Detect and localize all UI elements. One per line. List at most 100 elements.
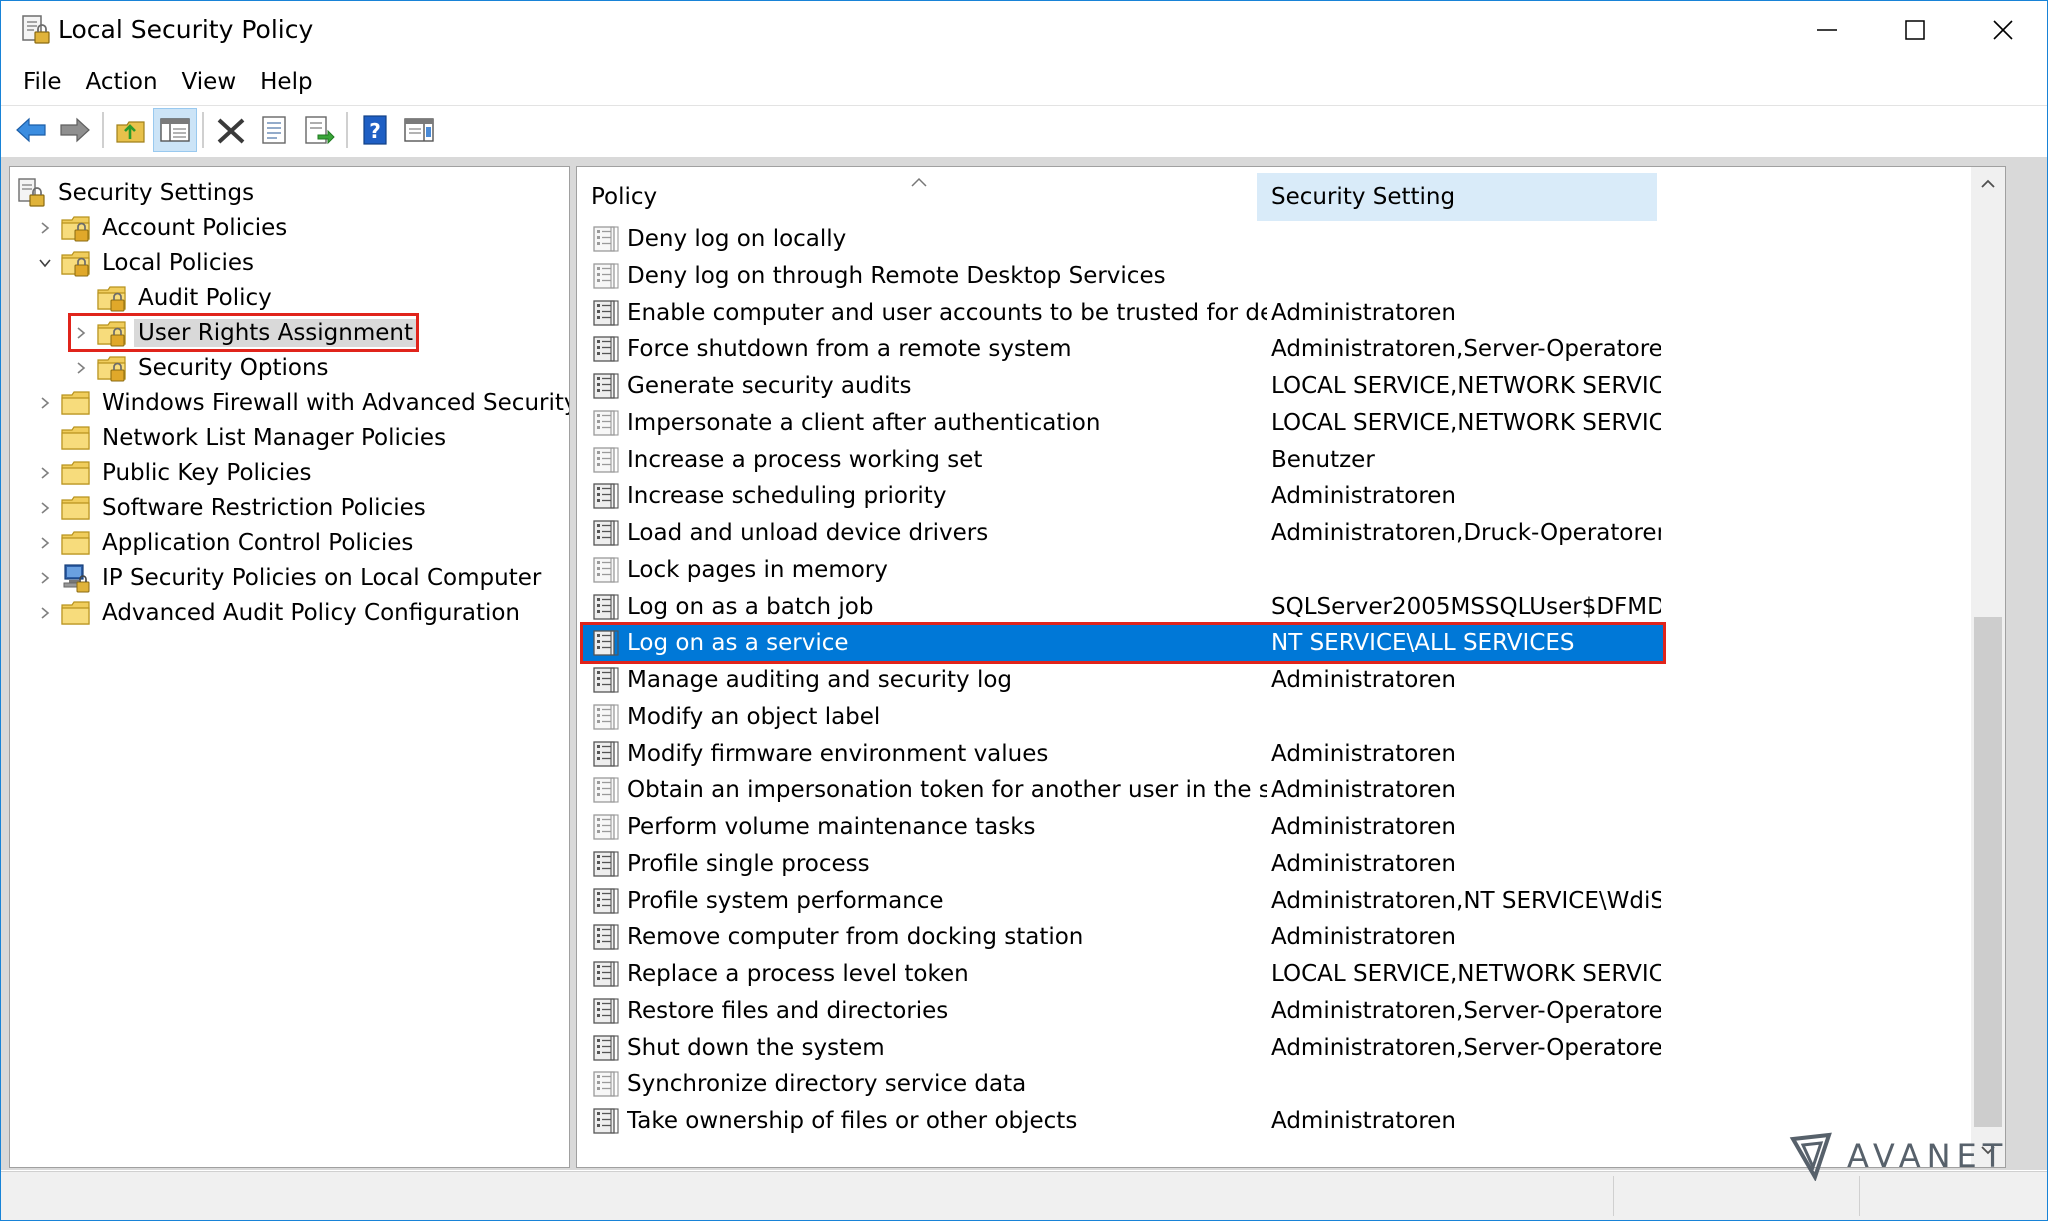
vertical-scrollbar[interactable] [1971,167,2005,1167]
tree-item-label: User Rights Assignment [134,318,418,347]
expand-toggle[interactable] [34,567,56,589]
menu-view[interactable]: View [170,67,249,97]
tree-item-label: Application Control Policies [102,529,414,556]
expand-toggle[interactable] [34,602,56,624]
policy-row[interactable]: Generate security audits LOCAL SERVICE,NE… [583,368,1663,404]
scroll-up-button[interactable] [1971,167,2005,201]
show-hide-action-pane-button[interactable] [397,108,441,152]
policy-row[interactable]: Force shutdown from a remote system Admin… [583,331,1663,367]
delete-button[interactable] [209,108,253,152]
policy-row[interactable]: Perform volume maintenance tasks Administ… [583,809,1663,845]
show-hide-console-tree-button[interactable] [153,107,197,152]
expand-toggle[interactable] [70,322,92,344]
policy-icon [593,520,619,546]
sort-ascending-icon [911,177,927,187]
maximize-button[interactable] [1871,1,1959,59]
menu-action[interactable]: Action [74,67,170,97]
expand-toggle[interactable] [34,392,56,414]
tree-item-label: Security Settings [58,179,255,206]
policy-name: Profile single process [627,850,870,877]
tree-item-audit-policy[interactable]: Audit Policy [70,280,276,315]
folder-icon [61,425,90,450]
tree-item-advanced-audit-policy-configuration[interactable]: Advanced Audit Policy Configuration [34,595,524,630]
policy-name: Modify firmware environment values [627,740,1049,767]
column-header-setting-label: Security Setting [1271,184,1456,210]
back-button[interactable] [9,108,53,152]
security-setting-value: Administratoren [1271,483,1457,510]
console-tree-pane[interactable]: Security Settings Account Policies Local… [9,166,570,1168]
policy-row[interactable]: Load and unload device drivers Administra… [583,515,1663,551]
policy-row[interactable]: Enable computer and user accounts to be … [583,295,1663,331]
policy-row[interactable]: Log on as a batch job SQLServer2005MSSQLU… [583,589,1663,625]
column-header-security-setting[interactable]: Security Setting [1257,173,1657,221]
tree-item-account-policies[interactable]: Account Policies [34,210,291,245]
policy-row[interactable]: Impersonate a client after authenticatio… [583,405,1663,441]
tree-item-software-restriction-policies[interactable]: Software Restriction Policies [34,490,430,525]
tree-item-public-key-policies[interactable]: Public Key Policies [34,455,315,490]
tree-item-security-options[interactable]: Security Options [70,350,333,385]
policy-row[interactable]: Lock pages in memory [583,552,1663,588]
policy-row[interactable]: Modify an object label [583,699,1663,735]
policy-row[interactable]: Restore files and directories Administrat… [583,993,1663,1029]
policy-row[interactable]: Profile system performance Administratore… [583,883,1663,919]
policy-list-pane[interactable]: Policy Security Setting Deny log on loca… [576,166,2006,1168]
expand-toggle[interactable] [34,497,56,519]
security-setting-value: Administratoren,Druck-Operatoren [1271,520,1661,546]
chevron-right-icon [77,361,86,374]
tree-item-user-rights-assignment[interactable]: User Rights Assignment [67,313,420,352]
scrollbar-thumb[interactable] [1974,617,2002,1127]
minimize-button[interactable] [1783,1,1871,59]
help-button[interactable]: ? [353,108,397,152]
tree-item-application-control-policies[interactable]: Application Control Policies [34,525,417,560]
security-setting-value: Administratoren [1271,924,1457,951]
policy-name: Replace a process level token [627,961,969,987]
policy-row[interactable]: Profile single process Administratoren [583,846,1663,882]
folder-icon [61,390,90,415]
policy-row[interactable]: Manage auditing and security log Administ… [583,662,1663,698]
up-one-level-button[interactable] [109,108,153,152]
policy-icon [593,851,619,877]
tree-item-security-settings[interactable]: Security Settings [16,175,258,210]
policy-row[interactable]: Increase scheduling priority Administrato… [583,478,1663,514]
forward-button[interactable] [53,108,97,152]
column-header-policy[interactable]: Policy [577,173,1252,221]
policy-icon-light [593,777,619,803]
menu-file[interactable]: File [11,67,74,97]
tree-item-network-list-manager-policies[interactable]: Network List Manager Policies [34,420,450,455]
expand-toggle[interactable] [34,462,56,484]
policy-row[interactable]: Replace a process level token LOCAL SERVI… [583,956,1663,992]
policy-icon [593,667,619,693]
expand-toggle[interactable] [34,532,56,554]
policy-row[interactable]: Synchronize directory service data [583,1066,1663,1102]
expand-toggle[interactable] [34,217,56,239]
expand-toggle[interactable] [70,357,92,379]
policy-row[interactable]: Deny log on locally [583,221,1663,257]
policy-row[interactable]: Take ownership of files or other objects… [583,1103,1663,1139]
policy-icon [593,740,619,767]
policy-name: Impersonate a client after authenticatio… [627,409,1101,436]
policy-row[interactable]: Obtain an impersonation token for anothe… [583,772,1663,808]
policy-row[interactable]: Log on as a service NT SERVICE\ALL SERVIC… [580,622,1666,665]
policy-row[interactable]: Deny log on through Remote Desktop Servi… [583,258,1663,294]
properties-button[interactable] [253,108,297,152]
export-list-button[interactable] [297,108,341,152]
tree-item-ip-security-policies-on-local-computer[interactable]: IP Security Policies on Local Computer [34,560,545,595]
policy-icon [593,1108,619,1134]
policy-row[interactable]: Increase a process working set Benutzer [583,442,1663,478]
tree-item-local-policies[interactable]: Local Policies [34,245,258,280]
policy-row[interactable]: Modify firmware environment values Admini… [583,736,1663,772]
title-bar[interactable]: Local Security Policy [1,1,2047,59]
tree-item-label: Windows Firewall with Advanced Security [102,389,570,416]
maximize-icon [1905,20,1925,40]
security-setting-value: LOCAL SERVICE,NETWORK SERVIC... [1271,961,1661,987]
policy-row[interactable]: Remove computer from docking station Admi… [583,919,1663,955]
tree-item-windows-firewall-with-advanced-security[interactable]: Windows Firewall with Advanced Security [34,385,570,420]
policy-icon-light [593,263,619,289]
chevron-right-icon [41,606,50,619]
expand-toggle[interactable] [34,252,56,274]
policy-row[interactable]: Shut down the system Administratoren,Serv… [583,1030,1663,1066]
minimize-icon [1817,29,1837,31]
menu-help[interactable]: Help [248,67,324,97]
show-hide-tree-icon [160,117,190,142]
close-button[interactable] [1959,1,2047,59]
